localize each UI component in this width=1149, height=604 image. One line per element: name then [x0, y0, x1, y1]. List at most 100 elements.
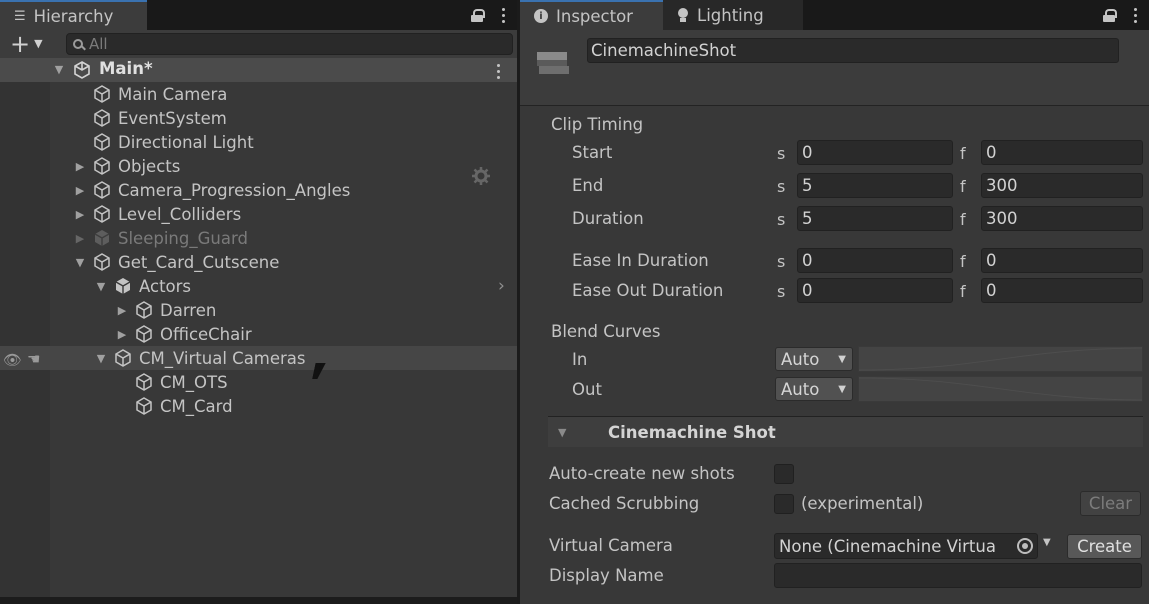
prefab-cube-icon: [113, 276, 133, 296]
ease-out-frames-field[interactable]: [981, 278, 1143, 303]
hierarchy-toolbar: + ▼: [0, 30, 517, 58]
hierarchy-row-directional-light[interactable]: Directional Light: [0, 130, 517, 154]
hierarchy-row-event-system[interactable]: EventSystem: [0, 106, 517, 130]
pickable-hand-icon[interactable]: ☚: [27, 350, 40, 368]
start-frames-field[interactable]: [981, 140, 1143, 165]
hierarchy-item-label: Objects: [118, 156, 181, 176]
hierarchy-row-actors[interactable]: ▼ Actors ›: [0, 274, 517, 298]
hierarchy-row-sleeping-guard[interactable]: ▶ Sleeping_Guard: [0, 226, 517, 250]
ease-out-seconds-field[interactable]: [797, 278, 953, 303]
seconds-unit: s: [777, 177, 786, 196]
auto-create-label: Auto-create new shots: [549, 464, 735, 483]
hierarchy-row-objects[interactable]: ▶ Objects: [0, 154, 517, 178]
hierarchy-panel: ☰ Hierarchy + ▼ ▼ Main* Main Camera: [0, 0, 517, 604]
inspector-tab-actions: [1103, 0, 1137, 30]
fold-closed-icon[interactable]: ▶: [74, 184, 86, 197]
cached-scrubbing-checkbox[interactable]: [774, 494, 794, 514]
hierarchy-row-cm-virtual-cameras[interactable]: ▼ CM_Virtual Cameras: [0, 346, 517, 370]
clear-button[interactable]: Clear: [1080, 491, 1141, 516]
lock-icon[interactable]: [1103, 8, 1117, 22]
display-name-field[interactable]: [774, 563, 1142, 588]
hierarchy-row-camera-progression-angles[interactable]: ▶ Camera_Progression_Angles: [0, 178, 517, 202]
tab-inspector[interactable]: i Inspector: [520, 0, 663, 30]
inspector-tab-label: Inspector: [556, 6, 633, 26]
start-seconds-field[interactable]: [797, 140, 953, 165]
frames-unit: f: [960, 210, 966, 229]
hierarchy-row-main-camera[interactable]: Main Camera: [0, 82, 517, 185]
hierarchy-item-label: OfficeChair: [160, 324, 252, 344]
create-button[interactable]: Create: [1067, 534, 1142, 559]
ease-in-duration-label: Ease In Duration: [572, 251, 709, 270]
scene-title: Main*: [99, 59, 153, 78]
fold-open-icon[interactable]: ▼: [558, 426, 566, 439]
cached-scrubbing-label: Cached Scrubbing: [549, 494, 700, 513]
tab-hierarchy[interactable]: ☰ Hierarchy: [0, 0, 147, 30]
hierarchy-tab-bar: ☰ Hierarchy: [0, 0, 517, 30]
virtual-camera-field[interactable]: None (Cinemachine Virtua: [774, 533, 1038, 559]
ease-in-frames-field[interactable]: [981, 248, 1143, 273]
duration-frames-field[interactable]: [981, 206, 1143, 231]
display-name-label: Display Name: [549, 566, 664, 585]
ease-out-duration-label: Ease Out Duration: [572, 281, 724, 300]
inspector-header: [520, 30, 1149, 106]
fold-closed-icon[interactable]: ▶: [74, 208, 86, 221]
search-input[interactable]: [89, 35, 489, 53]
gameobject-cube-icon: [134, 396, 154, 416]
gameobject-cube-icon: [92, 84, 112, 104]
scene-row[interactable]: ▼ Main*: [0, 58, 517, 82]
prefab-cube-icon: [92, 228, 112, 248]
virtual-camera-value: None (Cinemachine Virtua: [779, 536, 996, 556]
hierarchy-item-label: Get_Card_Cutscene: [118, 252, 280, 272]
search-icon: [73, 39, 83, 49]
fold-closed-icon[interactable]: ▶: [74, 232, 86, 245]
duration-seconds-field[interactable]: [797, 206, 953, 231]
chevron-right-icon[interactable]: ›: [498, 276, 505, 296]
object-picker-icon[interactable]: [1017, 538, 1033, 554]
tab-lighting[interactable]: Lighting: [663, 0, 803, 30]
fold-open-icon[interactable]: ▼: [95, 280, 107, 293]
fold-closed-icon[interactable]: ▶: [116, 304, 128, 317]
end-seconds-field[interactable]: [797, 173, 953, 198]
hierarchy-row-cm-ots[interactable]: CM_OTS: [0, 370, 517, 394]
object-name-field[interactable]: [587, 38, 1119, 63]
virtual-camera-label: Virtual Camera: [549, 536, 673, 555]
frames-unit: f: [960, 282, 966, 301]
chevron-down-icon[interactable]: ▼: [1043, 537, 1051, 548]
hierarchy-row-darren[interactable]: ▶ Darren: [0, 298, 517, 322]
fold-closed-icon[interactable]: ▶: [116, 328, 128, 341]
fold-open-icon[interactable]: ▼: [53, 63, 65, 76]
fold-open-icon[interactable]: ▼: [95, 352, 107, 365]
add-object-button[interactable]: + ▼: [10, 32, 43, 56]
gameobject-cube-icon: [134, 372, 154, 392]
ease-in-seconds-field[interactable]: [797, 248, 953, 273]
fold-open-icon[interactable]: ▼: [74, 256, 86, 269]
hierarchy-row-get-card-cutscene[interactable]: ▼ Get_Card_Cutscene: [0, 250, 517, 274]
cinemachine-shot-header[interactable]: ▼ Cinemachine Shot: [548, 416, 1143, 447]
lock-icon[interactable]: [471, 8, 485, 22]
search-box[interactable]: [66, 33, 513, 55]
blend-in-value: Auto: [781, 349, 820, 369]
blend-out-dropdown[interactable]: Auto ▼: [775, 377, 853, 401]
blend-out-value: Auto: [781, 379, 820, 399]
gameobject-cube-icon: [134, 324, 154, 344]
kebab-menu-icon[interactable]: [501, 7, 505, 23]
end-frames-field[interactable]: [981, 173, 1143, 198]
hierarchy-row-cm-card[interactable]: CM_Card: [0, 394, 517, 418]
lighting-tab-label: Lighting: [697, 5, 764, 25]
inspector-tab-bar: i Inspector Lighting: [520, 0, 1149, 30]
blend-in-dropdown[interactable]: Auto ▼: [775, 347, 853, 371]
hierarchy-row-office-chair[interactable]: ▶ OfficeChair: [0, 322, 517, 346]
duration-label: Duration: [572, 209, 644, 228]
info-icon: i: [534, 9, 548, 23]
hierarchy-bottom-bar: [0, 597, 517, 604]
blend-out-curve[interactable]: [858, 376, 1143, 402]
scene-kebab-icon[interactable]: [496, 64, 500, 79]
fold-closed-icon[interactable]: ▶: [74, 160, 86, 173]
blend-out-label: Out: [572, 380, 602, 399]
blend-in-curve[interactable]: [858, 346, 1143, 372]
auto-create-checkbox[interactable]: [774, 464, 794, 484]
hierarchy-row-level-colliders[interactable]: ▶ Level_Colliders: [0, 202, 517, 226]
visibility-eye-icon[interactable]: 👁: [3, 351, 22, 369]
seconds-unit: s: [777, 144, 786, 163]
kebab-menu-icon[interactable]: [1133, 7, 1137, 23]
